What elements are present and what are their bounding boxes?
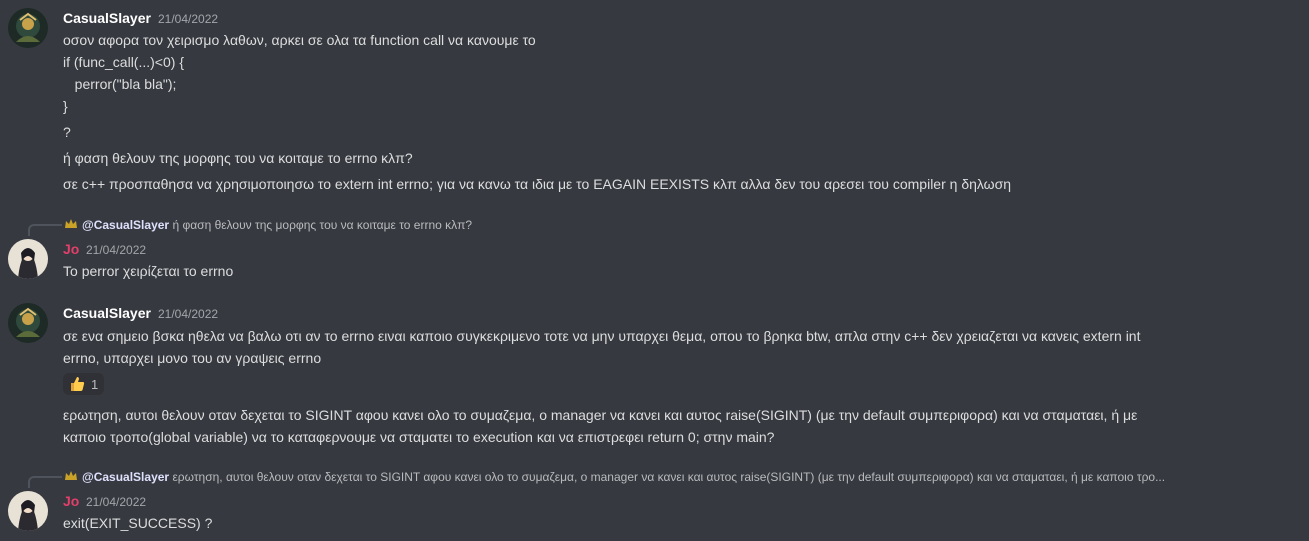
author-name[interactable]: Jo: [63, 493, 79, 509]
author-name[interactable]: CasualSlayer: [63, 305, 151, 321]
reply-mention[interactable]: @CasualSlayer: [82, 218, 169, 232]
reply-text: ερωτηση, αυτοι θελουν οταν δεχεται το SI…: [172, 470, 1166, 484]
reaction-thumbs-up[interactable]: 1: [63, 373, 105, 395]
reply-spine: [28, 476, 62, 488]
message-line: οσον αφορα τον χειρισμο λαθων, αρκει σε …: [63, 32, 536, 48]
reply-preview[interactable]: @CasualSlayer ή φαση θελουν της μορφης τ…: [64, 217, 472, 233]
message-line: σε ενα σημειο βσκα ηθελα να βαλω οτι αν …: [63, 328, 1141, 344]
avatar-casualslayer[interactable]: [8, 303, 48, 343]
message-line: ή φαση θελουν της μορφης του να κοιταμε …: [63, 150, 413, 166]
message-line: if (func_call(...)<0) {: [63, 54, 184, 70]
crown-icon: [65, 219, 77, 228]
message-timestamp: 21/04/2022: [158, 307, 219, 321]
author-name[interactable]: Jo: [63, 241, 79, 257]
message-line: errno, υπαρχει μονο του αν γραψεις errno: [63, 350, 322, 366]
message-line: exit(EXIT_SUCCESS) ?: [63, 515, 213, 531]
avatar-jo[interactable]: [8, 239, 48, 279]
message-line: }: [63, 98, 68, 114]
reply-preview[interactable]: @CasualSlayer ερωτηση, αυτοι θελουν οταν…: [64, 469, 1165, 485]
message-line: ?: [63, 124, 71, 140]
message-line: Το perror χειρίζεται το errno: [63, 263, 234, 279]
crown-icon: [65, 471, 77, 480]
message-line: καποιο τροπο(global variable) να το κατα…: [63, 429, 775, 445]
message-timestamp: 21/04/2022: [158, 12, 219, 26]
message-line: σε c++ προσπαθησα να χρησιμοποιησω το ex…: [63, 176, 1012, 192]
message-timestamp: 21/04/2022: [86, 495, 147, 509]
reaction-count: 1: [91, 376, 99, 392]
avatar-jo[interactable]: [8, 491, 48, 531]
author-name[interactable]: CasualSlayer: [63, 10, 151, 26]
reply-text: ή φαση θελουν της μορφης του να κοιταμε …: [172, 218, 473, 232]
avatar-casualslayer[interactable]: [8, 8, 48, 48]
reply-spine: [28, 224, 62, 236]
reply-mention[interactable]: @CasualSlayer: [82, 470, 169, 484]
message-timestamp: 21/04/2022: [86, 243, 147, 257]
message-line: perror("bla bla");: [63, 76, 177, 92]
message-line: ερωτηση, αυτοι θελουν οταν δεχεται το SI…: [63, 407, 1138, 423]
thumbs-up-icon: [71, 377, 85, 391]
